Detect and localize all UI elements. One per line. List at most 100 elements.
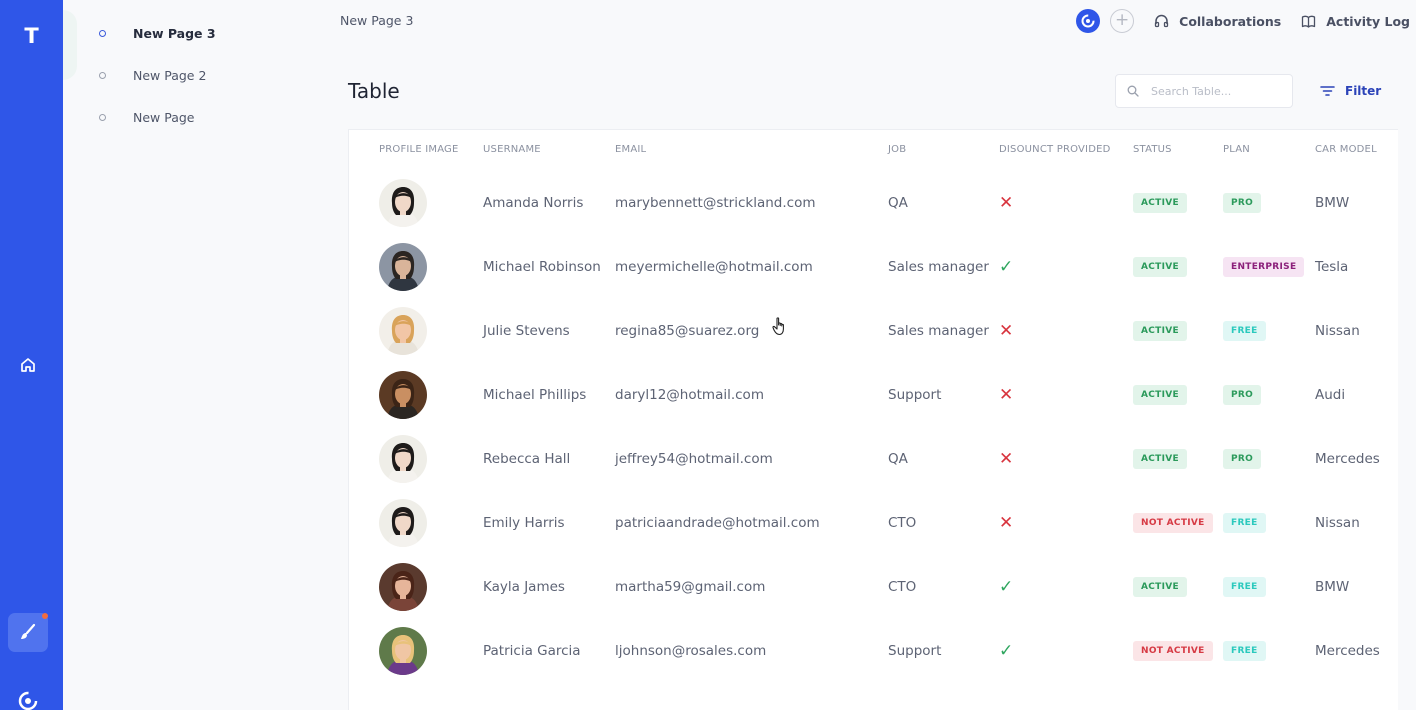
tree-item-label: New Page 2 xyxy=(133,67,207,83)
column-header-plan[interactable]: PLAN xyxy=(1223,144,1250,155)
status-cell: ACTIVE xyxy=(1133,563,1187,611)
table-search[interactable] xyxy=(1115,74,1293,108)
left-rail: T xyxy=(0,0,63,710)
plan-badge: FREE xyxy=(1223,513,1266,533)
profile-image xyxy=(379,499,427,547)
page-tree: New Page 3 New Page 2 New Page xyxy=(63,0,325,710)
activity-log-button[interactable]: Activity Log xyxy=(1301,14,1410,29)
column-header-profile-image[interactable]: PROFILE IMAGE xyxy=(379,144,459,155)
filter-icon xyxy=(1320,86,1335,96)
username-cell: Julie Stevens xyxy=(483,307,570,355)
status-badge: ACTIVE xyxy=(1133,193,1187,213)
plan-cell: PRO xyxy=(1223,371,1262,419)
tree-item-label: New Page xyxy=(133,109,195,125)
status-cell: ACTIVE xyxy=(1133,179,1187,227)
status-badge: ACTIVE xyxy=(1133,449,1187,469)
column-header-car-model[interactable]: CAR MODEL xyxy=(1315,144,1377,155)
breadcrumb[interactable]: New Page 3 xyxy=(340,13,413,28)
status-cell: ACTIVE xyxy=(1133,435,1187,483)
plan-badge: PRO xyxy=(1223,449,1262,469)
column-header-job[interactable]: JOB xyxy=(888,144,906,155)
search-input[interactable] xyxy=(1151,84,1291,98)
table-row[interactable]: Patricia Garcia ljohnson@rosales.com Suppo… xyxy=(349,627,1399,691)
car-model-text: Mercedes xyxy=(1315,643,1380,659)
job-cell: Support xyxy=(888,627,941,675)
username-text: Michael Phillips xyxy=(483,387,587,403)
activity-log-label: Activity Log xyxy=(1326,13,1410,29)
column-header-discount[interactable]: DISOUNCT PROVIDED xyxy=(999,144,1111,155)
search-icon xyxy=(1127,85,1139,97)
cross-icon: ✕ xyxy=(999,307,1013,355)
cross-icon: ✕ xyxy=(999,193,1014,213)
job-text: CTO xyxy=(888,515,917,531)
cross-icon: ✕ xyxy=(999,499,1013,547)
swirl-icon xyxy=(1081,14,1095,28)
cross-icon: ✕ xyxy=(999,321,1014,341)
add-member-button[interactable]: + xyxy=(1110,9,1135,33)
username-cell: Michael Robinson xyxy=(483,243,601,291)
headset-icon xyxy=(1154,14,1169,27)
email-text: marybennett@strickland.com xyxy=(615,195,816,211)
email-text: daryl12@hotmail.com xyxy=(615,387,764,403)
job-cell: Sales manager xyxy=(888,307,989,355)
car-model-text: Audi xyxy=(1315,387,1346,403)
job-text: CTO xyxy=(888,579,917,595)
job-text: Support xyxy=(888,387,942,403)
table-row[interactable]: Rebecca Hall jeffrey54@hotmail.com QA ✕ ACTI… xyxy=(349,435,1399,499)
table-row[interactable]: Amanda Norris marybennett@strickland.com Q… xyxy=(349,179,1399,243)
tree-bullet-icon xyxy=(99,71,106,79)
email-cell: marybennett@strickland.com xyxy=(615,179,815,227)
job-text: QA xyxy=(888,195,908,211)
user-avatar-button[interactable] xyxy=(1076,9,1101,33)
table-row[interactable]: Emily Harris patriciaandrade@hotmail.com C… xyxy=(349,499,1399,563)
check-icon: ✓ xyxy=(999,627,1013,675)
tree-item-label: New Page 3 xyxy=(133,25,216,41)
column-header-status[interactable]: STATUS xyxy=(1133,144,1172,155)
table-row[interactable]: Kayla James martha59@gmail.com CTO ✓ ACTIVE F… xyxy=(349,563,1399,627)
username-cell: Patricia Garcia xyxy=(483,627,581,675)
column-header-email[interactable]: EMAIL xyxy=(615,144,646,155)
theme-button[interactable] xyxy=(8,613,48,652)
filter-button[interactable]: Filter xyxy=(1320,84,1381,98)
tree-item-new-page-2[interactable]: New Page 2 xyxy=(99,65,206,85)
status-badge: ACTIVE xyxy=(1133,257,1187,277)
username-cell: Amanda Norris xyxy=(483,179,583,227)
check-icon: ✓ xyxy=(999,577,1014,597)
collaborations-button[interactable]: Collaborations xyxy=(1154,14,1281,29)
username-cell: Kayla James xyxy=(483,563,565,611)
job-cell: QA xyxy=(888,179,908,227)
profile-image xyxy=(379,307,427,355)
status-cell: ACTIVE xyxy=(1133,371,1187,419)
column-header-username[interactable]: USERNAME xyxy=(483,144,541,155)
job-cell: Support xyxy=(888,371,941,419)
car-model-cell: Tesla xyxy=(1315,243,1348,291)
profile-image xyxy=(379,563,427,611)
status-badge: ACTIVE xyxy=(1133,321,1187,341)
status-cell: ACTIVE xyxy=(1133,307,1187,355)
job-cell: CTO xyxy=(888,563,916,611)
home-icon[interactable] xyxy=(19,356,37,374)
email-text: jeffrey54@hotmail.com xyxy=(615,451,773,467)
tree-item-new-page-3[interactable]: New Page 3 xyxy=(99,23,216,43)
plan-badge: ENTERPRISE xyxy=(1223,257,1305,277)
table-row[interactable]: Michael Robinson meyermichelle@hotmail.co… xyxy=(349,243,1399,307)
car-model-cell: Nissan xyxy=(1315,307,1360,355)
plan-cell: PRO xyxy=(1223,435,1262,483)
plan-badge: FREE xyxy=(1223,321,1266,341)
tree-bullet-icon xyxy=(99,29,106,37)
status-cell: NOT ACTIVE xyxy=(1133,627,1213,675)
cross-icon: ✕ xyxy=(999,435,1013,483)
plan-cell: FREE xyxy=(1223,563,1266,611)
book-icon xyxy=(1302,15,1316,28)
table-row[interactable]: Julie Stevens regina85@suarez.org Sales ma… xyxy=(349,307,1399,371)
plan-cell: ENTERPRISE xyxy=(1223,243,1305,291)
swirl-logo-icon[interactable] xyxy=(17,690,39,710)
username-text: Kayla James xyxy=(483,579,565,595)
tree-item-new-page[interactable]: New Page xyxy=(99,107,195,127)
job-text: QA xyxy=(888,451,908,467)
profile-image xyxy=(379,243,427,291)
car-model-cell: BMW xyxy=(1315,179,1349,227)
table-row[interactable]: Michael Phillips daryl12@hotmail.com Suppo… xyxy=(349,371,1399,435)
status-cell: ACTIVE xyxy=(1133,243,1187,291)
workspace-logo[interactable]: T xyxy=(0,24,63,48)
